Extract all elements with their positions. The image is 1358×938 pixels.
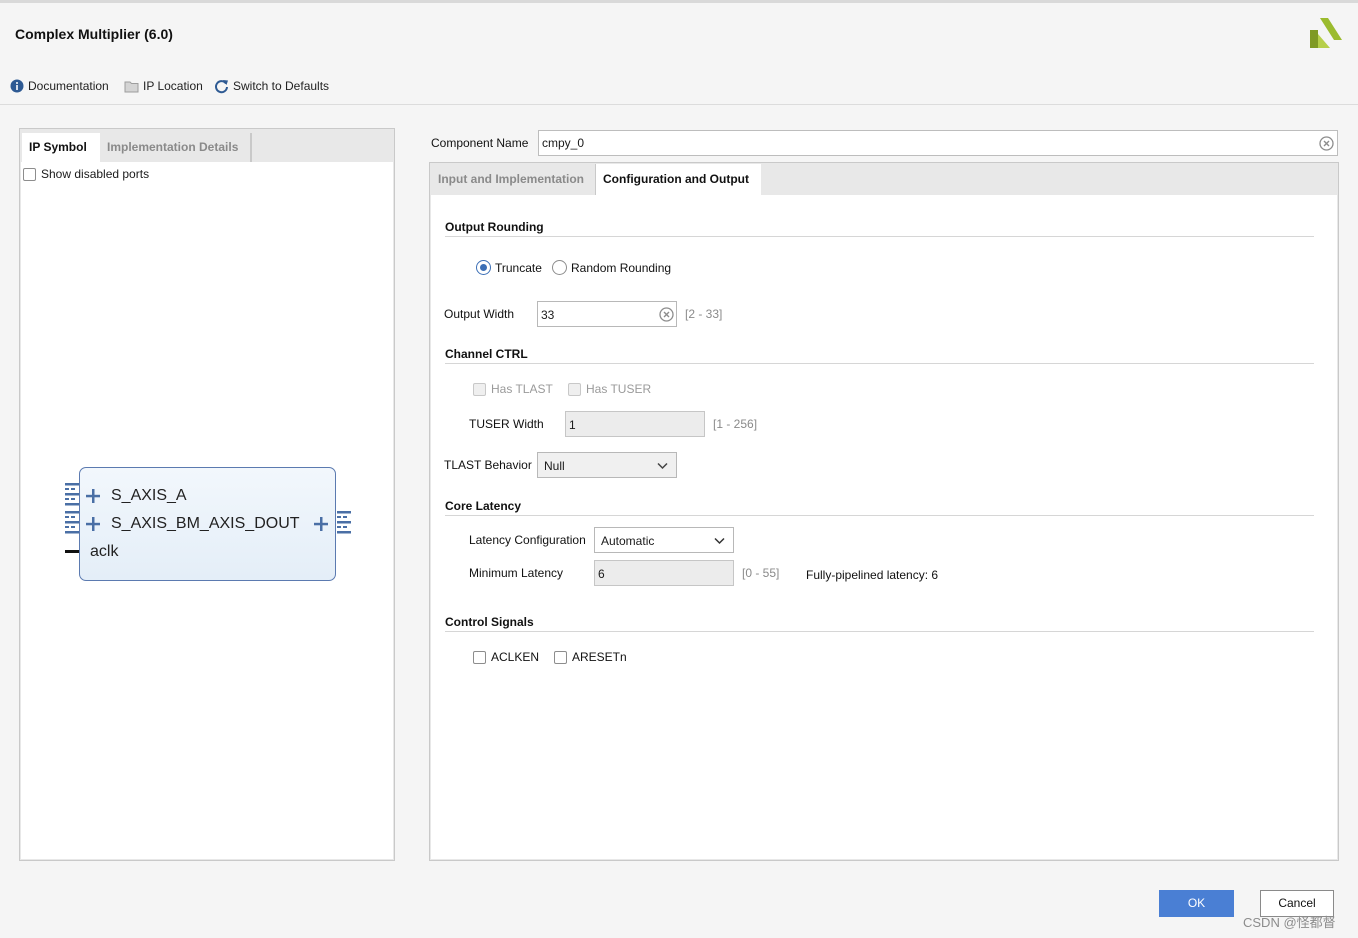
fully-pipelined-latency: Fully-pipelined latency: 6 xyxy=(806,568,939,582)
folder-icon xyxy=(124,81,139,92)
switch-defaults-link[interactable]: Switch to Defaults xyxy=(214,77,329,95)
tuser-width-value: 1 xyxy=(569,418,576,432)
tuser-width-label: TUSER Width xyxy=(469,417,544,431)
radio-button[interactable] xyxy=(552,260,567,275)
checkbox-box[interactable] xyxy=(568,382,581,396)
section-divider xyxy=(445,631,1314,632)
component-name-input[interactable]: cmpy_0 xyxy=(538,130,1338,156)
minimum-latency-range: [0 - 55] xyxy=(742,566,780,580)
clear-icon[interactable] xyxy=(1319,136,1334,151)
ip-symbol-canvas: Show disabled ports S_AXIS_A S_AXIS_BM_A xyxy=(21,162,393,859)
has-tlast-checkbox[interactable]: Has TLAST xyxy=(473,382,553,396)
switch-defaults-label: Switch to Defaults xyxy=(233,79,330,93)
tlast-behavior-label: TLAST Behavior xyxy=(444,458,532,472)
radio-button[interactable] xyxy=(476,260,491,275)
section-divider xyxy=(445,515,1314,516)
section-title-core-latency: Core Latency xyxy=(445,499,522,513)
has-tlast-label: Has TLAST xyxy=(491,382,553,396)
tab-input-and-implementation[interactable]: Input and Implementation xyxy=(431,164,596,195)
has-tuser-label: Has TUSER xyxy=(586,382,652,396)
ok-button[interactable]: OK xyxy=(1159,890,1234,917)
random-rounding-label: Random Rounding xyxy=(571,260,672,275)
latency-configuration-value: Automatic xyxy=(601,534,655,548)
aclken-label: ACLKEN xyxy=(491,650,540,664)
ip-block[interactable]: S_AXIS_A S_AXIS_BM_AXIS_DOUT aclk xyxy=(79,467,336,581)
xilinx-logo-icon xyxy=(1310,18,1342,48)
section-title-control-signals: Control Signals xyxy=(445,615,534,629)
minimum-latency-label: Minimum Latency xyxy=(469,566,564,580)
output-width-input[interactable]: 33 xyxy=(537,301,677,327)
output-width-value: 33 xyxy=(541,308,555,322)
tuser-width-input[interactable]: 1 xyxy=(565,411,705,437)
show-disabled-ports-checkbox[interactable]: Show disabled ports xyxy=(23,167,149,181)
clear-icon[interactable] xyxy=(659,307,674,322)
tuser-width-range: [1 - 256] xyxy=(713,417,758,431)
component-name-label: Component Name xyxy=(431,136,529,150)
port-s-axis-b-m-axis-dout: S_AXIS_BM_AXIS_DOUT xyxy=(111,515,300,532)
truncate-label: Truncate xyxy=(495,260,542,275)
minimum-latency-input[interactable]: 6 xyxy=(594,560,734,586)
ip-location-link[interactable]: IP Location xyxy=(124,77,203,95)
toolbar-divider xyxy=(0,104,1358,105)
checkbox-box[interactable] xyxy=(473,650,486,664)
section-title-output-rounding: Output Rounding xyxy=(445,220,544,234)
output-width-label: Output Width xyxy=(444,307,515,321)
checkbox-box[interactable] xyxy=(554,650,567,664)
tab-ip-symbol[interactable]: IP Symbol xyxy=(22,133,100,162)
documentation-label: Documentation xyxy=(28,79,109,93)
latency-configuration-select[interactable]: Automatic xyxy=(594,527,734,553)
minimum-latency-value: 6 xyxy=(598,567,605,581)
aresetn-label: ARESETn xyxy=(572,650,627,664)
section-divider xyxy=(445,236,1314,237)
tlast-behavior-value: Null xyxy=(544,459,565,473)
latency-configuration-label: Latency Configuration xyxy=(469,533,586,547)
section-title-channel-ctrl: Channel CTRL xyxy=(445,347,528,361)
checkbox-box[interactable] xyxy=(23,167,36,181)
port-aclk: aclk xyxy=(90,543,119,560)
tlast-behavior-select[interactable]: Null xyxy=(537,452,677,478)
chevron-down-icon xyxy=(657,462,668,470)
configuration-panel: Input and Implementation Configuration a… xyxy=(429,162,1339,861)
chevron-down-icon xyxy=(714,537,725,545)
info-icon xyxy=(10,79,24,93)
window-title: Complex Multiplier (6.0) xyxy=(15,26,173,42)
documentation-link[interactable]: Documentation xyxy=(10,77,109,95)
top-border xyxy=(0,0,1358,3)
tab-implementation-details[interactable]: Implementation Details xyxy=(100,133,252,162)
aclken-checkbox[interactable]: ACLKEN xyxy=(473,650,539,664)
truncate-radio[interactable]: Truncate xyxy=(476,260,542,275)
output-width-range: [2 - 33] xyxy=(685,307,723,321)
tab-configuration-and-output[interactable]: Configuration and Output xyxy=(596,164,761,195)
checkbox-box[interactable] xyxy=(473,382,486,396)
expand-plus-icon[interactable] xyxy=(85,516,101,532)
ip-location-label: IP Location xyxy=(143,79,203,93)
has-tuser-checkbox[interactable]: Has TUSER xyxy=(568,382,651,396)
left-tab-bar: IP Symbol Implementation Details xyxy=(20,129,394,162)
expand-plus-icon[interactable] xyxy=(313,516,329,532)
configuration-body: Output Rounding Truncate Random Rounding… xyxy=(431,195,1337,859)
watermark: CSDN @怪都督 xyxy=(1243,915,1336,930)
expand-plus-icon[interactable] xyxy=(85,488,101,504)
random-rounding-radio[interactable]: Random Rounding xyxy=(552,260,671,275)
port-s-axis-a: S_AXIS_A xyxy=(111,487,187,504)
refresh-icon xyxy=(215,79,228,93)
aresetn-checkbox[interactable]: ARESETn xyxy=(554,650,627,664)
section-divider xyxy=(445,363,1314,364)
component-name-value: cmpy_0 xyxy=(542,136,585,150)
port-connector-right xyxy=(337,511,351,534)
show-disabled-ports-label: Show disabled ports xyxy=(41,167,150,181)
ip-symbol-panel: IP Symbol Implementation Details Show di… xyxy=(19,128,395,861)
